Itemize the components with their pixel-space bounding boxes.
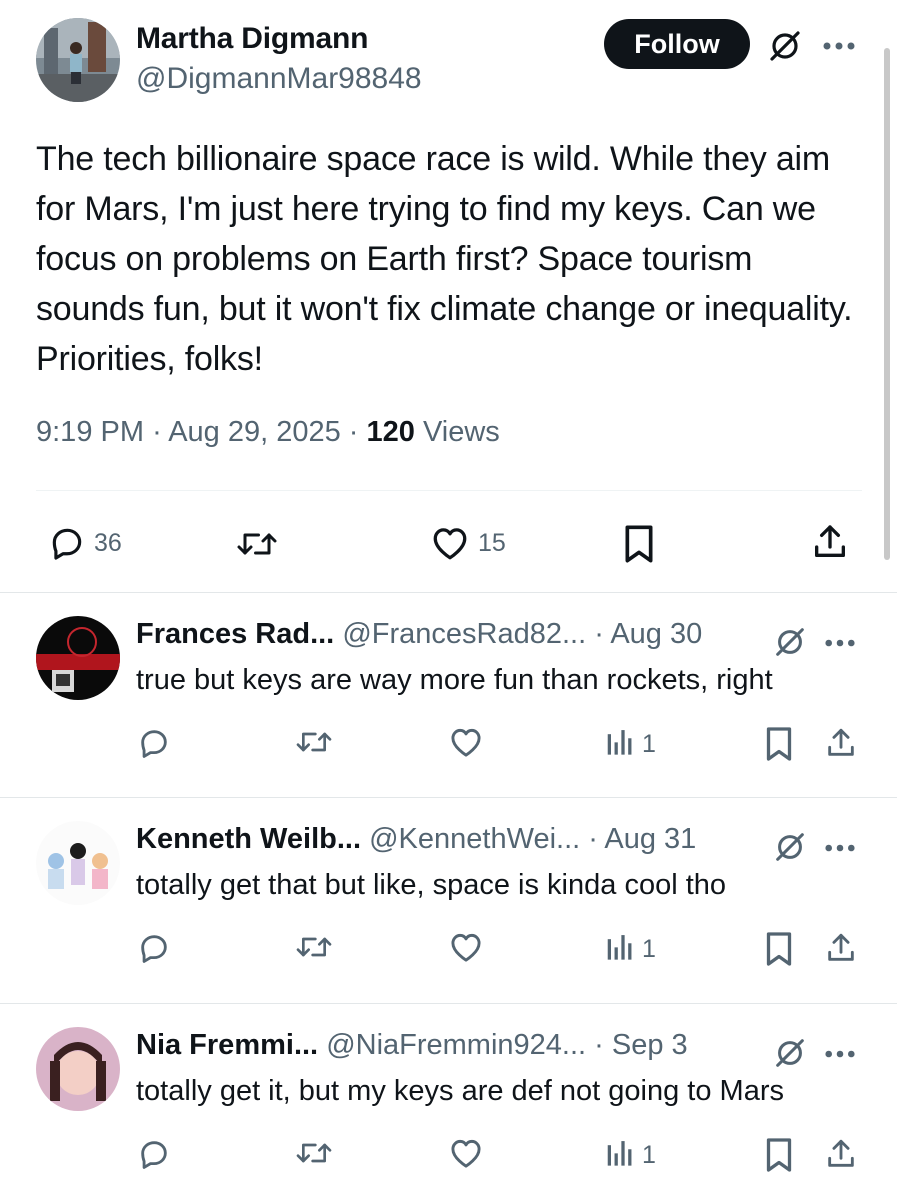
author-handle[interactable]: @DigmannMar98848: [136, 62, 422, 96]
bookmark-button[interactable]: [764, 1137, 794, 1180]
follow-button[interactable]: Follow: [604, 19, 750, 69]
retweet-button[interactable]: [294, 931, 334, 970]
views-count: 1: [642, 730, 656, 758]
bookmark-button[interactable]: [764, 931, 794, 974]
reply-date-sep: ·: [588, 823, 605, 855]
reply-text: totally get it, but my keys are def not …: [136, 1075, 784, 1107]
like-button[interactable]: 15: [430, 525, 506, 561]
views-count: 120: [366, 416, 415, 448]
views-icon: [606, 931, 634, 968]
share-button[interactable]: [824, 1137, 858, 1178]
more-icon[interactable]: [822, 39, 856, 51]
bookmark-icon: [764, 1137, 794, 1180]
reply-icon: [137, 931, 171, 972]
retweet-button[interactable]: [294, 726, 334, 765]
reply-tweet[interactable]: Nia Fremmi... @NiaFremmin924... · Sep 3 …: [0, 1003, 897, 1200]
reply-date[interactable]: Sep 3: [612, 1029, 688, 1061]
share-button[interactable]: [824, 931, 858, 972]
avatar[interactable]: [36, 18, 120, 102]
reply-header: Nia Fremmi... @NiaFremmin924... · Sep 3: [136, 1029, 688, 1062]
reply-tweet[interactable]: Kenneth Weilb... @KennethWei... · Aug 31…: [0, 797, 897, 1003]
tweet-date[interactable]: Aug 29, 2025: [168, 416, 341, 448]
reply-date[interactable]: Aug 30: [610, 618, 702, 650]
avatar[interactable]: [36, 1027, 120, 1111]
views-icon: [606, 726, 634, 763]
retweet-icon: [294, 726, 334, 765]
reply-header: Kenneth Weilb... @KennethWei... · Aug 31: [136, 823, 696, 856]
reply-icon: [48, 524, 86, 562]
reply-author-handle[interactable]: @KennethWei...: [369, 823, 580, 855]
retweet-icon: [234, 526, 280, 562]
share-icon: [824, 1137, 858, 1178]
divider: [36, 490, 862, 491]
reply-author-name[interactable]: Nia Fremmi...: [136, 1029, 318, 1061]
tweet-meta: 9:19 PM · Aug 29, 2025 · 120 Views: [36, 416, 500, 449]
tweet-time[interactable]: 9:19 PM: [36, 416, 144, 448]
share-button[interactable]: [824, 726, 858, 767]
views-label: Views: [422, 416, 500, 448]
reply-tweet[interactable]: Frances Rad... @FrancesRad82... · Aug 30…: [0, 592, 897, 798]
tweet-text: The tech billionaire space race is wild.…: [36, 140, 853, 378]
more-icon[interactable]: [824, 1047, 856, 1059]
share-icon: [810, 522, 850, 562]
views-count: 1: [642, 935, 656, 963]
reply-button[interactable]: [137, 931, 171, 972]
like-icon: [448, 931, 484, 970]
reply-icon: [137, 726, 171, 767]
share-icon: [824, 726, 858, 767]
views-icon: [606, 1137, 634, 1174]
author-name[interactable]: Martha Digmann: [136, 22, 368, 56]
more-icon[interactable]: [824, 841, 856, 853]
reply-header: Frances Rad... @FrancesRad82... · Aug 30: [136, 618, 702, 651]
like-icon: [448, 1137, 484, 1176]
reply-icon: [137, 1137, 171, 1178]
avatar[interactable]: [36, 821, 120, 905]
reply-author-handle[interactable]: @FrancesRad82...: [342, 618, 586, 650]
meta-dot: ·: [152, 416, 169, 448]
retweet-button[interactable]: [294, 1137, 334, 1176]
retweet-icon: [294, 1137, 334, 1176]
like-count: 15: [478, 528, 506, 557]
reply-text: totally get that but like, space is kind…: [136, 869, 727, 901]
bookmark-button[interactable]: [622, 524, 656, 564]
views-button[interactable]: 1: [606, 726, 656, 763]
bookmark-button[interactable]: [764, 726, 794, 769]
reply-button[interactable]: [137, 726, 171, 767]
like-icon: [430, 525, 470, 561]
bookmark-icon: [764, 931, 794, 974]
grok-icon[interactable]: [772, 829, 808, 865]
reply-button[interactable]: [137, 1137, 171, 1178]
avatar[interactable]: [36, 616, 120, 700]
reply-date-sep: ·: [594, 618, 611, 650]
reply-date[interactable]: Aug 31: [604, 823, 696, 855]
grok-icon[interactable]: [772, 624, 808, 660]
reply-author-name[interactable]: Kenneth Weilb...: [136, 823, 361, 855]
main-tweet: Martha Digmann @DigmannMar98848 Follow T…: [0, 0, 897, 592]
reply-text: true but keys are way more fun than rock…: [136, 664, 773, 696]
grok-icon[interactable]: [766, 27, 804, 65]
more-icon[interactable]: [824, 636, 856, 648]
reply-author-name[interactable]: Frances Rad...: [136, 618, 334, 650]
reply-button[interactable]: 36: [48, 524, 122, 562]
views-button[interactable]: 1: [606, 931, 656, 968]
share-icon: [824, 931, 858, 972]
like-button[interactable]: [448, 1137, 484, 1176]
views-button[interactable]: 1: [606, 1137, 656, 1174]
views-count: 1: [642, 1141, 656, 1169]
bookmark-icon: [764, 726, 794, 769]
retweet-icon: [294, 931, 334, 970]
reply-date-sep: ·: [594, 1029, 612, 1061]
reply-author-handle[interactable]: @NiaFremmin924...: [326, 1029, 586, 1061]
reply-count: 36: [94, 528, 122, 557]
like-button[interactable]: [448, 726, 484, 765]
grok-icon[interactable]: [772, 1035, 808, 1071]
bookmark-icon: [622, 524, 656, 564]
retweet-button[interactable]: [234, 526, 280, 562]
meta-dot: ·: [348, 416, 367, 448]
like-button[interactable]: [448, 931, 484, 970]
like-icon: [448, 726, 484, 765]
share-button[interactable]: [810, 522, 850, 562]
